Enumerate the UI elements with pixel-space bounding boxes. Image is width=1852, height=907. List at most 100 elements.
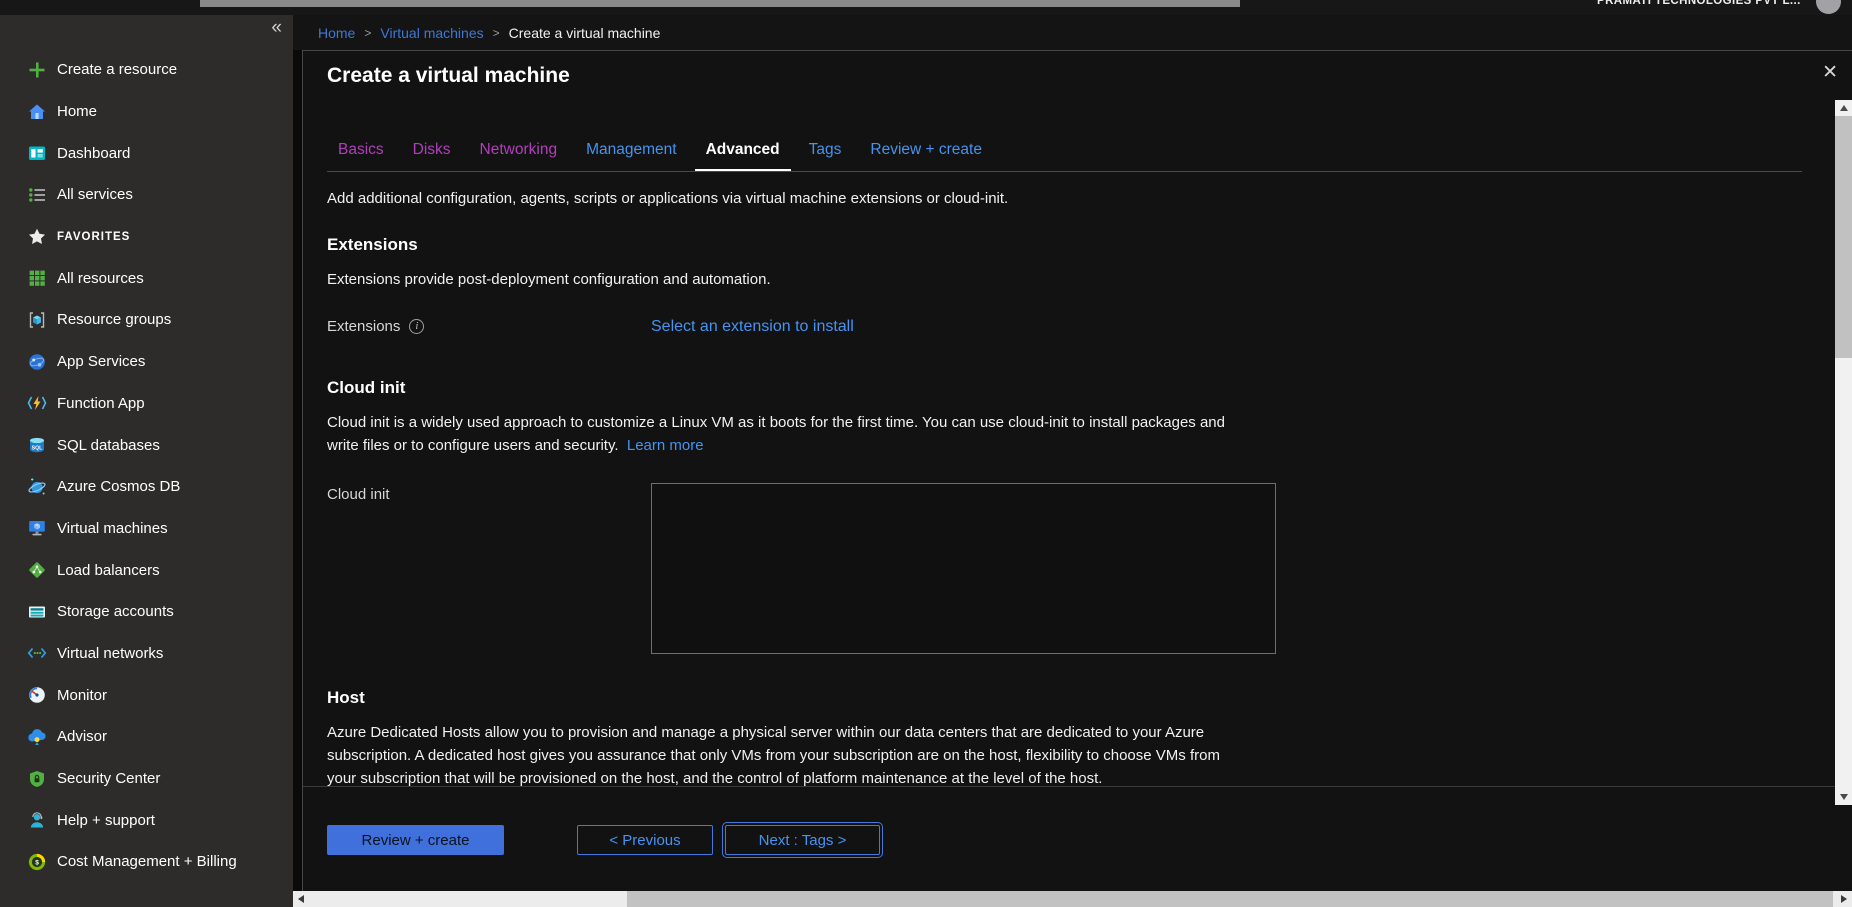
sidebar-item-label: Function App [57,395,145,412]
breadcrumb-current: Create a virtual machine [509,25,661,41]
sidebar-item-app-services[interactable]: App Services [0,341,293,383]
gauge-icon [27,685,47,705]
star-icon [27,227,47,247]
planet-icon [27,477,47,497]
scroll-right-icon[interactable] [1836,891,1852,907]
extensions-field-row: Extensions i Select an extension to inst… [327,318,1832,336]
plus-icon [27,60,47,80]
vertical-scrollbar[interactable] [1835,100,1852,805]
sidebar-item-storage-accounts[interactable]: Storage accounts [0,591,293,633]
horizontal-scrollbar[interactable] [293,891,1852,907]
tab-advanced[interactable]: Advanced [695,141,791,171]
info-icon[interactable]: i [409,319,424,334]
sidebar-item-label: Virtual networks [57,645,163,662]
tab-disks[interactable]: Disks [402,141,462,171]
sidebar-item-label: Monitor [57,687,107,704]
avatar[interactable] [1816,0,1841,14]
cube-brackets-icon [27,310,47,330]
cloud-init-heading: Cloud init [327,378,1832,398]
create-vm-panel: Create a virtual machine ✕ Basics Disks … [302,50,1852,891]
extensions-heading: Extensions [327,235,1832,255]
sidebar-section-favorites: FAVORITES [0,216,293,258]
sidebar-item-cost-management-billing[interactable]: $ Cost Management + Billing [0,841,293,883]
shield-lock-icon [27,769,47,789]
extensions-description: Extensions provide post-deployment confi… [327,269,1247,292]
review-create-button[interactable]: Review + create [327,825,504,855]
sidebar-item-label: Azure Cosmos DB [57,478,180,495]
cloud-person-icon [27,727,47,747]
chevron-right-icon: > [364,26,371,40]
sidebar-item-virtual-networks[interactable]: Virtual networks [0,633,293,675]
stacked-bars-icon [27,602,47,622]
sidebar-item-label: Virtual machines [57,520,168,537]
previous-button[interactable]: < Previous [577,825,713,855]
dollar-donut-icon: $ [27,852,47,872]
horizontal-scrollbar-thumb[interactable] [627,891,1833,907]
sidebar-item-label: Resource groups [57,311,171,328]
learn-more-link[interactable]: Learn more [627,437,704,454]
tab-networking[interactable]: Networking [469,141,569,171]
content-area: Home > Virtual machines > Create a virtu… [293,15,1852,907]
top-bar: PRAMATI TECHNOLOGIES PVT L... [0,0,1852,15]
lightning-icon [27,393,47,413]
tab-basics[interactable]: Basics [327,141,395,171]
support-person-icon [27,810,47,830]
select-extension-link[interactable]: Select an extension to install [651,318,854,336]
sidebar-item-label: Load balancers [57,562,160,579]
sidebar-item-function-app[interactable]: Function App [0,383,293,425]
sidebar-item-label: SQL databases [57,437,160,454]
breadcrumb-link-virtual-machines[interactable]: Virtual machines [380,25,483,41]
tab-review-create[interactable]: Review + create [859,141,993,171]
close-icon[interactable]: ✕ [1822,61,1838,84]
breadcrumb-link-home[interactable]: Home [318,25,355,41]
sidebar-item-sql-databases[interactable]: SQL SQL databases [0,424,293,466]
scroll-up-icon[interactable] [1835,100,1852,116]
sql-cylinder-icon: SQL [27,435,47,455]
vertical-scrollbar-thumb[interactable] [1835,116,1852,358]
panel-header: Create a virtual machine ✕ [303,51,1852,101]
tab-separator [327,171,1802,172]
sidebar-item-label: Advisor [57,728,107,745]
sidebar-item-label: Home [57,103,97,120]
sidebar-item-resource-groups[interactable]: Resource groups [0,299,293,341]
tab-strip: Basics Disks Networking Management Advan… [327,141,1832,171]
list-icon [27,185,47,205]
cloud-init-description-text: Cloud init is a widely used approach to … [327,414,1225,454]
sidebar-item-label: All resources [57,270,144,287]
next-tags-button[interactable]: Next : Tags > [725,825,880,855]
sidebar-item-label: Cost Management + Billing [57,853,237,870]
grid-icon [27,268,47,288]
sidebar-item-virtual-machines[interactable]: Virtual machines [0,508,293,550]
chevron-right-icon: > [493,26,500,40]
sidebar-item-security-center[interactable]: Security Center [0,758,293,800]
host-description: Azure Dedicated Hosts allow you to provi… [327,722,1247,786]
sidebar-item-help-support[interactable]: Help + support [0,799,293,841]
sidebar-nav: Create a resource Home Dashboard All ser… [0,49,293,883]
cloud-init-description: Cloud init is a widely used approach to … [327,412,1247,458]
sidebar: « Create a resource Home Dashboard All s… [0,15,293,907]
tab-tags[interactable]: Tags [798,141,853,171]
sidebar-item-load-balancers[interactable]: Load balancers [0,549,293,591]
monitor-cube-icon [27,518,47,538]
sidebar-item-create-a-resource[interactable]: Create a resource [0,49,293,91]
sidebar-item-dashboard[interactable]: Dashboard [0,132,293,174]
top-horizontal-scrollbar[interactable] [200,0,1240,7]
tab-management[interactable]: Management [575,141,687,171]
sidebar-item-advisor[interactable]: Advisor [0,716,293,758]
sidebar-item-monitor[interactable]: Monitor [0,674,293,716]
sidebar-collapse-icon[interactable]: « [271,17,282,39]
scroll-down-icon[interactable] [1835,789,1852,805]
sidebar-item-azure-cosmos-db[interactable]: Azure Cosmos DB [0,466,293,508]
host-heading: Host [327,688,1832,708]
cloud-init-textarea[interactable] [651,483,1276,654]
diamond-icon [27,560,47,580]
cloud-init-field-label-wrap: Cloud init [327,483,651,503]
sidebar-item-label: App Services [57,353,145,370]
sidebar-item-label: Dashboard [57,145,130,162]
cloud-init-field-row: Cloud init [327,483,1832,654]
cloud-init-field-label: Cloud init [327,486,390,503]
sidebar-item-all-resources[interactable]: All resources [0,257,293,299]
scroll-left-icon[interactable] [293,891,309,907]
sidebar-item-home[interactable]: Home [0,91,293,133]
sidebar-item-all-services[interactable]: All services [0,174,293,216]
